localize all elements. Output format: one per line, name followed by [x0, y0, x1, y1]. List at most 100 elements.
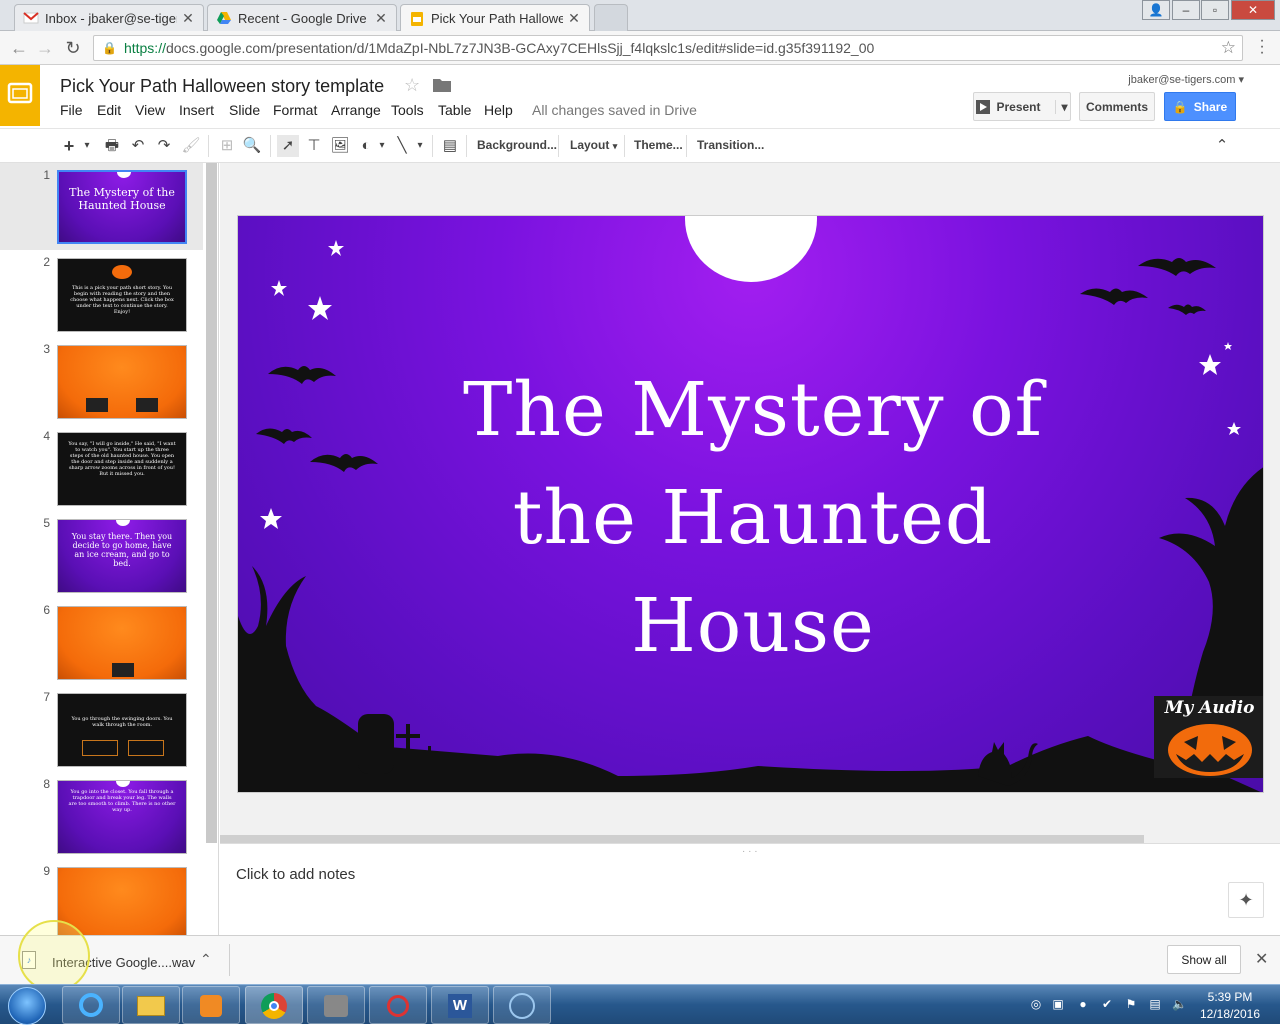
slide-thumbnail-8[interactable]: You go into the closet. You fall through… [57, 780, 187, 854]
filmstrip-scrollbar[interactable] [206, 163, 217, 843]
reload-icon[interactable]: ↻ [62, 37, 84, 59]
slide-thumbnail-1[interactable]: The Mystery of the Haunted House [57, 170, 187, 244]
start-button-icon[interactable] [8, 987, 46, 1025]
browser-tab-drive[interactable]: Recent - Google Drive ✕ [207, 4, 397, 31]
present-button[interactable]: Present ▾ [973, 92, 1071, 121]
present-play-icon [976, 99, 991, 114]
slide-thumbnail-5[interactable]: You stay there. Then you decide to go ho… [57, 519, 187, 593]
snipping-tool-icon[interactable] [369, 986, 427, 1024]
theme-button[interactable]: Theme... [634, 138, 683, 152]
maximize-icon[interactable]: ▫ [1201, 0, 1229, 20]
network-icon[interactable]: ▤ [1148, 997, 1162, 1011]
url-input[interactable]: 🔒 https:// docs.google.com/presentation/… [93, 35, 1243, 61]
app-icon[interactable] [493, 986, 551, 1024]
slide-thumbnail-4[interactable]: You say, "I will go inside," He said, "I… [57, 432, 187, 506]
word-icon[interactable]: W [431, 986, 489, 1024]
comments-button[interactable]: Comments [1079, 92, 1155, 121]
zoom-icon[interactable]: 🔍 [241, 135, 263, 157]
menu-arrange[interactable]: Arrange [331, 102, 381, 118]
share-button[interactable]: 🔒 Share [1164, 92, 1236, 121]
redo-icon[interactable]: ↷ [153, 135, 175, 157]
slide-title[interactable]: The Mystery of the Haunted House [428, 356, 1078, 680]
paint-format-icon[interactable]: 🖌 [180, 135, 202, 157]
chrome-icon[interactable] [245, 986, 303, 1024]
chevron-down-icon[interactable]: ▾ [375, 135, 389, 157]
layout-button[interactable]: Layout ▾ [570, 138, 617, 152]
slides-logo-icon[interactable] [0, 65, 40, 126]
browser-tab-slides[interactable]: Pick Your Path Halloween ✕ [400, 4, 590, 32]
menu-slide[interactable]: Slide [229, 102, 260, 118]
slide-thumbnail-6[interactable] [57, 606, 187, 680]
browser-tab-inbox[interactable]: Inbox - jbaker@se-tigers ✕ [14, 4, 204, 31]
menu-format[interactable]: Format [273, 102, 317, 118]
slide-thumbnail-3[interactable] [57, 345, 187, 419]
tray-icon[interactable]: ✔ [1100, 997, 1114, 1011]
explore-icon[interactable]: ✦ [1228, 882, 1264, 918]
bookmark-star-icon[interactable]: ☆ [1221, 38, 1236, 58]
menu-help[interactable]: Help [484, 102, 513, 118]
new-slide-icon[interactable]: + [58, 135, 80, 157]
slide-thumbnail-7[interactable]: You go through the swinging doors. You w… [57, 693, 187, 767]
menu-edit[interactable]: Edit [97, 102, 121, 118]
chevron-down-icon[interactable]: ▾ [80, 135, 94, 157]
tray-icon[interactable]: ▣ [1051, 997, 1065, 1011]
canvas-horizontal-scrollbar[interactable] [220, 835, 1144, 843]
current-slide[interactable]: The Mystery of the Haunted House My Audi… [237, 215, 1264, 793]
clock-date[interactable]: 12/18/2016 [1196, 1007, 1264, 1021]
close-icon[interactable]: ✕ [1255, 949, 1268, 969]
volume-icon[interactable]: 🔈 [1172, 997, 1187, 1011]
action-center-icon[interactable]: ⚑ [1124, 997, 1138, 1011]
speaker-notes[interactable]: · · · Click to add notes ✦ [220, 843, 1280, 935]
background-button[interactable]: Background... [477, 138, 557, 152]
chevron-down-icon[interactable]: ▾ [1054, 99, 1068, 114]
line-icon[interactable]: ╲ [391, 135, 413, 157]
internet-explorer-icon[interactable] [62, 986, 120, 1024]
print-icon[interactable]: 🖶 [101, 135, 123, 157]
comment-icon[interactable]: ▤ [439, 135, 461, 157]
menu-view[interactable]: View [135, 102, 165, 118]
menu-file[interactable]: File [60, 102, 83, 118]
audio-button[interactable]: My Audio [1154, 696, 1263, 778]
folder-icon[interactable] [433, 77, 451, 95]
new-tab-button[interactable] [594, 4, 628, 31]
select-cursor-icon[interactable]: ➚ [277, 135, 299, 157]
tray-icon[interactable]: ● [1076, 997, 1090, 1011]
slide-thumbnail-text: You say, "I will go inside," He said, "I… [68, 441, 176, 477]
show-all-button[interactable]: Show all [1167, 945, 1241, 974]
close-icon[interactable]: ✕ [181, 10, 195, 27]
menu-table[interactable]: Table [438, 102, 471, 118]
star-icon[interactable]: ☆ [404, 75, 420, 96]
close-icon[interactable]: ✕ [567, 10, 581, 27]
close-icon[interactable]: ✕ [374, 10, 388, 27]
slide-thumbnail-text: This is a pick your path short story. Yo… [70, 285, 174, 315]
file-explorer-icon[interactable] [122, 986, 180, 1024]
choice-box [82, 740, 118, 756]
chevron-down-icon[interactable]: ▾ [413, 135, 427, 157]
browser-menu-icon[interactable]: · · · [1254, 33, 1270, 61]
chevron-up-icon[interactable]: ⌃ [200, 951, 212, 968]
document-title[interactable]: Pick Your Path Halloween story template [60, 76, 384, 97]
forward-icon[interactable]: → [34, 37, 56, 59]
text-box-icon[interactable]: ⊤ [303, 135, 325, 157]
movie-maker-icon[interactable] [307, 986, 365, 1024]
image-icon[interactable]: 🖼 [329, 135, 351, 157]
zoom-fit-icon[interactable]: ⊞ [216, 135, 238, 157]
choice-box [112, 663, 134, 677]
menu-insert[interactable]: Insert [179, 102, 214, 118]
slide-thumbnail-2[interactable]: This is a pick your path short story. Yo… [57, 258, 187, 332]
minimize-icon[interactable]: – [1172, 0, 1200, 20]
undo-icon[interactable]: ↶ [127, 135, 149, 157]
account-email[interactable]: jbaker@se-tigers.com ▾ [1128, 73, 1244, 86]
slide-thumbnail-9[interactable] [57, 867, 187, 935]
back-icon[interactable]: ← [8, 37, 30, 59]
window-close-icon[interactable]: ✕ [1231, 0, 1275, 20]
shape-icon[interactable]: ◐ [355, 135, 377, 157]
menu-tools[interactable]: Tools [391, 102, 424, 118]
media-player-icon[interactable] [182, 986, 240, 1024]
clock-time[interactable]: 5:39 PM [1200, 990, 1260, 1004]
collapse-toolbar-icon[interactable]: ⌃ [1211, 135, 1233, 157]
transition-button[interactable]: Transition... [697, 138, 764, 152]
tray-icon[interactable]: ◎ [1029, 997, 1043, 1011]
resize-handle-icon[interactable]: · · · [742, 846, 758, 857]
user-icon[interactable]: 👤 [1142, 0, 1170, 20]
